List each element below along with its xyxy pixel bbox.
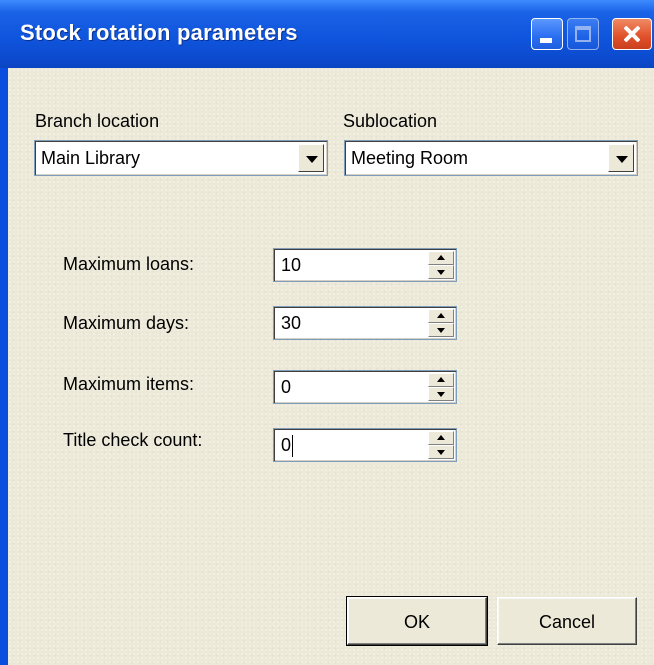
maximum-loans-stepper[interactable]: 10 — [273, 248, 457, 282]
spin-up-icon[interactable] — [428, 251, 454, 265]
maximum-loans-label: Maximum loans: — [63, 254, 195, 274]
chevron-down-icon[interactable] — [608, 144, 634, 172]
maximum-days-value[interactable]: 30 — [281, 313, 301, 334]
sublocation-select[interactable]: Meeting Room — [344, 140, 638, 176]
maximum-loans-value[interactable]: 10 — [281, 255, 301, 276]
spin-down-icon[interactable] — [428, 323, 454, 337]
spin-down-icon[interactable] — [428, 445, 454, 459]
maximum-days-label: Maximum days: — [63, 313, 190, 333]
ok-button[interactable]: OK — [346, 596, 488, 646]
sublocation-label: Sublocation — [343, 111, 438, 131]
branch-location-value: Main Library — [41, 148, 141, 168]
branch-location-label: Branch location — [35, 111, 160, 131]
maximum-items-stepper[interactable]: 0 — [273, 370, 457, 404]
spin-down-icon[interactable] — [428, 387, 454, 401]
cancel-button[interactable]: Cancel — [497, 597, 637, 645]
title-bar[interactable]: Stock rotation parameters — [0, 0, 654, 68]
maximize-button[interactable] — [567, 18, 599, 50]
maximum-items-value[interactable]: 0 — [281, 377, 291, 398]
title-check-count-label: Title check count: — [63, 430, 203, 450]
title-check-count-value[interactable]: 0 — [281, 435, 291, 456]
sublocation-value: Meeting Room — [351, 148, 469, 168]
close-button[interactable] — [612, 18, 652, 50]
text-caret — [292, 435, 293, 457]
spin-up-icon[interactable] — [428, 309, 454, 323]
maximum-items-label: Maximum items: — [63, 374, 195, 394]
spin-up-icon[interactable] — [428, 373, 454, 387]
branch-location-select[interactable]: Main Library — [34, 140, 328, 176]
window-title: Stock rotation parameters — [20, 20, 298, 45]
spin-up-icon[interactable] — [428, 431, 454, 445]
maximum-days-stepper[interactable]: 30 — [273, 306, 457, 340]
close-icon — [613, 19, 651, 49]
minimize-icon — [540, 38, 552, 43]
title-check-count-stepper[interactable]: 0 — [273, 428, 457, 462]
maximize-icon — [575, 26, 591, 42]
minimize-button[interactable] — [531, 18, 563, 50]
dialog-window: Stock rotation parameters Branch locatio… — [0, 0, 654, 665]
spin-down-icon[interactable] — [428, 265, 454, 279]
chevron-down-icon[interactable] — [298, 144, 324, 172]
dialog-body: Branch location Main Library Sublocation… — [8, 68, 654, 665]
